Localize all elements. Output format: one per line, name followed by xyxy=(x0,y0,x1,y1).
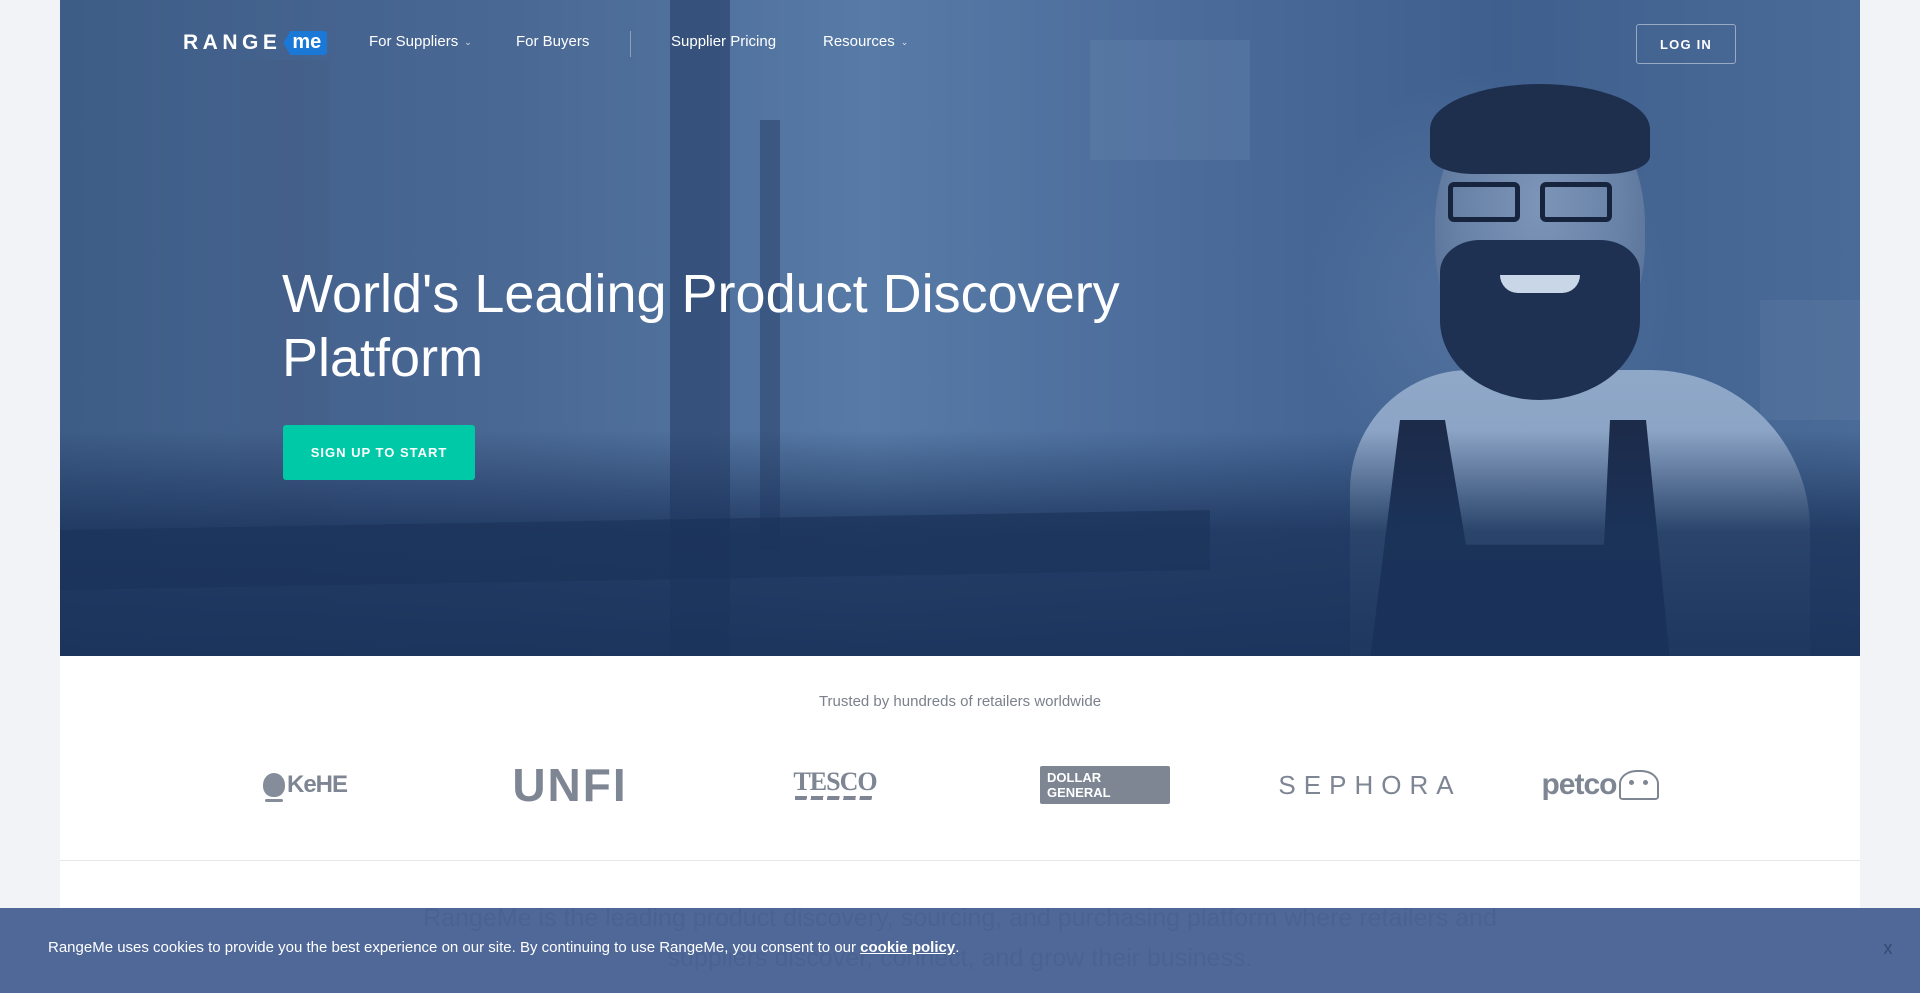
brand-text: petco xyxy=(1541,768,1617,801)
page-container: RANGE me For Suppliers ⌄ For Buyers Supp… xyxy=(60,0,1860,993)
sephora-logo: SEPHORA xyxy=(1270,760,1470,810)
rangeme-logo[interactable]: RANGE me xyxy=(183,31,328,55)
logo-range-text: RANGE xyxy=(183,31,282,54)
nav-supplier-pricing[interactable]: Supplier Pricing xyxy=(671,33,776,50)
section-divider xyxy=(60,860,1860,861)
top-nav: RANGE me For Suppliers ⌄ For Buyers Supp… xyxy=(60,0,1860,86)
petco-logo: petco xyxy=(1520,760,1680,810)
nav-for-buyers[interactable]: For Buyers xyxy=(516,33,589,50)
cookie-message: RangeMe uses cookies to provide you the … xyxy=(48,939,959,956)
brand-text: DOLLAR GENERAL xyxy=(1040,766,1170,804)
hero-title: World's Leading Product Discovery Platfo… xyxy=(282,264,1120,388)
chevron-down-icon: ⌄ xyxy=(464,37,472,47)
nav-item-label: For Buyers xyxy=(516,33,590,50)
person-beard xyxy=(1440,240,1640,400)
nav-item-label: For Suppliers xyxy=(369,33,459,50)
person-hair xyxy=(1430,84,1650,174)
kehe-logo: KeHE xyxy=(245,760,365,810)
person-glasses xyxy=(1540,182,1612,222)
person-smile xyxy=(1500,275,1580,293)
brand-text: TESCO xyxy=(793,767,877,796)
nav-item-label: Supplier Pricing xyxy=(671,33,777,50)
sign-up-button[interactable]: SIGN UP TO START xyxy=(283,425,475,480)
brand-text: KeHE xyxy=(286,771,348,798)
tesco-stripes-icon xyxy=(795,796,875,800)
person-glasses xyxy=(1448,182,1520,222)
hero-section: RANGE me For Suppliers ⌄ For Buyers Supp… xyxy=(60,0,1860,656)
logo-me-badge: me xyxy=(283,31,328,55)
nav-divider xyxy=(630,31,631,57)
brand-text: SEPHORA xyxy=(1278,769,1462,800)
nav-item-label: Resources xyxy=(823,33,895,50)
cookie-suffix: . xyxy=(955,939,960,956)
trusted-heading: Trusted by hundreds of retailers worldwi… xyxy=(818,693,1102,710)
dog-icon xyxy=(1618,770,1659,800)
nav-for-suppliers[interactable]: For Suppliers ⌄ xyxy=(369,33,472,50)
cookie-banner: RangeMe uses cookies to provide you the … xyxy=(0,908,1920,993)
login-button[interactable]: LOG IN xyxy=(1636,24,1736,64)
cookie-policy-link[interactable]: cookie policy xyxy=(860,939,955,956)
close-icon[interactable]: x xyxy=(1878,936,1898,960)
dollar-general-logo: DOLLAR GENERAL xyxy=(1040,760,1170,810)
retailer-logos: KeHE UNFI TESCO DOLLAR GENERAL SEPHORA p… xyxy=(60,759,1860,811)
nav-resources[interactable]: Resources ⌄ xyxy=(823,33,908,50)
cookie-text: RangeMe uses cookies to provide you the … xyxy=(48,939,861,956)
unfi-logo: UNFI xyxy=(500,759,640,811)
kehe-mark-icon xyxy=(262,773,285,802)
brand-text: UNFI xyxy=(512,759,628,811)
chevron-down-icon: ⌄ xyxy=(900,37,909,47)
tesco-logo: TESCO xyxy=(775,760,895,810)
